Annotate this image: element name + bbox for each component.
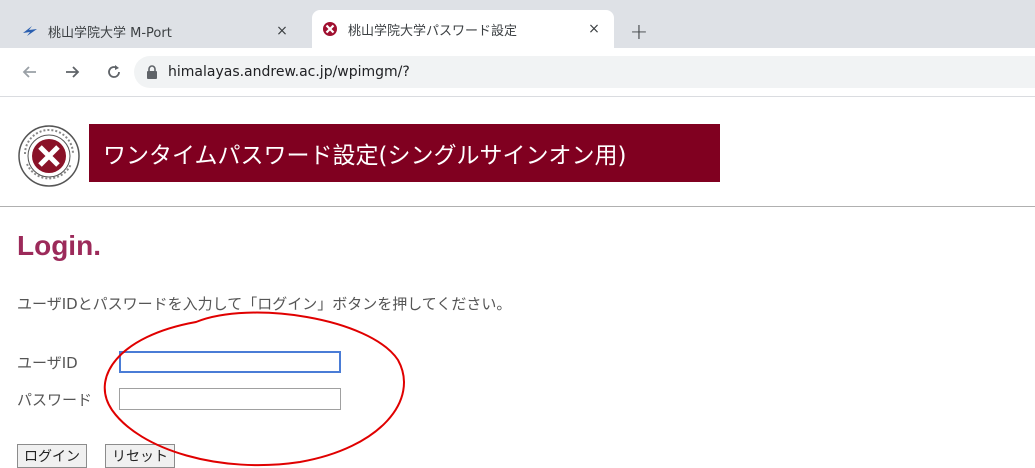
- tab-m-port[interactable]: 桃山学院大学 M-Port ×: [12, 14, 302, 48]
- close-tab-icon[interactable]: ×: [584, 19, 604, 39]
- close-tab-icon[interactable]: ×: [272, 21, 292, 41]
- password-label: パスワード: [17, 391, 93, 409]
- tab-password-settings[interactable]: 桃山学院大学パスワード設定 ×: [312, 10, 614, 48]
- page-title-banner: ワンタイムパスワード設定(シングルサインオン用): [89, 124, 720, 182]
- address-bar[interactable]: himalayas.andrew.ac.jp/wpimgm/?: [134, 56, 1035, 88]
- arrow-left-icon[interactable]: [20, 62, 40, 82]
- reload-icon[interactable]: [104, 62, 124, 82]
- url-text: himalayas.andrew.ac.jp/wpimgm/?: [168, 64, 410, 80]
- reset-button[interactable]: リセット: [105, 444, 175, 468]
- userid-input[interactable]: [119, 351, 341, 373]
- header-divider: [0, 206, 1035, 207]
- login-button[interactable]: ログイン: [17, 444, 87, 468]
- tab-title: 桃山学院大学パスワード設定: [348, 23, 518, 39]
- arrow-right-icon[interactable]: [62, 62, 82, 82]
- new-tab-button[interactable]: +: [626, 19, 652, 45]
- login-instructions: ユーザIDとパスワードを入力して「ログイン」ボタンを押してください。: [17, 295, 512, 313]
- userid-label: ユーザID: [17, 354, 78, 372]
- lock-icon: [146, 65, 158, 79]
- browser-toolbar: himalayas.andrew.ac.jp/wpimgm/?: [0, 48, 1035, 97]
- tab-title: 桃山学院大学 M-Port: [48, 25, 172, 41]
- password-input[interactable]: [119, 388, 341, 410]
- university-logo: [17, 124, 81, 188]
- university-crest-icon: [322, 21, 338, 37]
- m-port-logo-icon: [22, 23, 38, 39]
- page-title: ワンタイムパスワード設定(シングルサインオン用): [103, 143, 627, 169]
- login-heading: Login.: [17, 230, 101, 261]
